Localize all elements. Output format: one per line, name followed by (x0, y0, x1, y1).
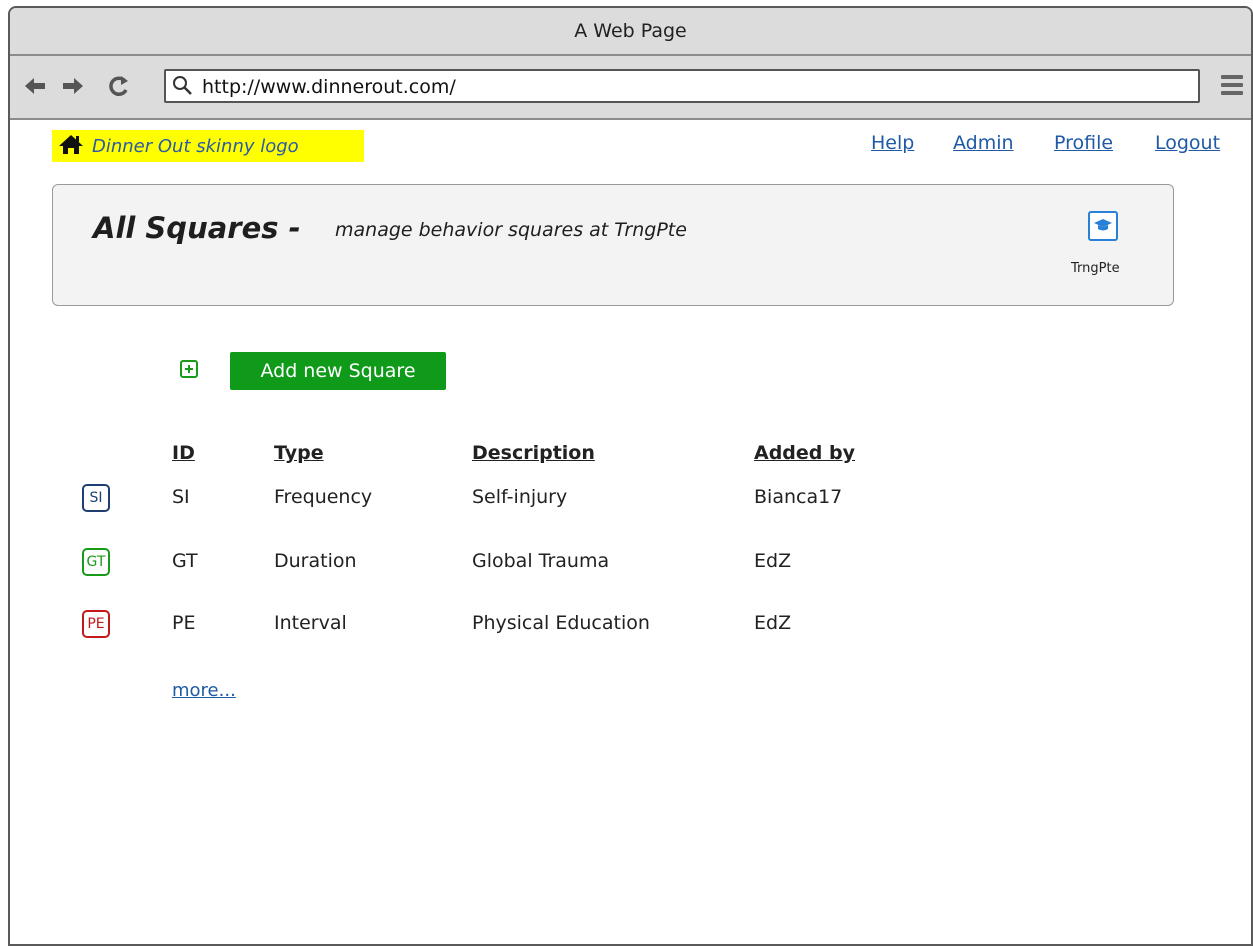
column-header-type[interactable]: Type (274, 442, 324, 464)
cell-added-by: EdZ (754, 550, 792, 572)
address-bar[interactable]: http://www.dinnerout.com/ (164, 69, 1200, 103)
url-text: http://www.dinnerout.com/ (202, 76, 456, 98)
nav-profile-link[interactable]: Profile (1054, 132, 1113, 154)
cell-description: Physical Education (472, 612, 650, 634)
browser-window: A Web Page http://www.dinnerout.com/ Din… (8, 6, 1253, 946)
table-row[interactable]: PE PE Interval Physical Education EdZ (10, 610, 1110, 650)
page-subtitle: manage behavior squares at TrngPte (335, 219, 687, 241)
column-header-id[interactable]: ID (172, 442, 195, 464)
more-link[interactable]: more... (172, 680, 236, 701)
square-badge: PE (82, 610, 110, 638)
add-square-button[interactable]: Add new Square (230, 352, 446, 390)
nav-logout-link[interactable]: Logout (1155, 132, 1220, 154)
search-icon (172, 75, 194, 101)
square-badge: GT (82, 548, 110, 576)
logo[interactable]: Dinner Out skinny logo (52, 130, 364, 162)
home-icon (58, 133, 84, 159)
graduation-cap-icon[interactable] (1088, 211, 1118, 241)
logo-text: Dinner Out skinny logo (92, 135, 299, 157)
back-arrow-icon[interactable] (22, 72, 48, 100)
browser-toolbar: http://www.dinnerout.com/ (10, 56, 1251, 120)
cell-description: Global Trauma (472, 550, 610, 572)
page-header: All Squares - manage behavior squares at… (52, 184, 1174, 306)
forward-arrow-icon[interactable] (60, 72, 86, 100)
cell-description: Self-injury (472, 486, 568, 508)
cell-type: Frequency (274, 486, 373, 508)
cell-type: Duration (274, 550, 357, 572)
page-title: All Squares - (93, 211, 301, 245)
cell-id: PE (172, 612, 196, 634)
table-row[interactable]: SI SI Frequency Self-injury Bianca17 (10, 484, 1110, 524)
cell-added-by: Bianca17 (754, 486, 843, 508)
window-title: A Web Page (10, 8, 1251, 56)
column-header-added-by[interactable]: Added by (754, 442, 855, 464)
menu-icon[interactable] (1221, 75, 1243, 95)
square-badge: SI (82, 484, 110, 512)
cell-id: SI (172, 486, 190, 508)
reload-icon[interactable] (106, 72, 132, 100)
cell-type: Interval (274, 612, 347, 634)
nav-help-link[interactable]: Help (871, 132, 914, 154)
cell-id: GT (172, 550, 198, 572)
add-square-icon[interactable] (180, 360, 198, 378)
nav-admin-link[interactable]: Admin (953, 132, 1014, 154)
table-row[interactable]: GT GT Duration Global Trauma EdZ (10, 548, 1110, 588)
cell-added-by: EdZ (754, 612, 792, 634)
column-header-description[interactable]: Description (472, 442, 595, 464)
org-label: TrngPte (1071, 261, 1120, 276)
